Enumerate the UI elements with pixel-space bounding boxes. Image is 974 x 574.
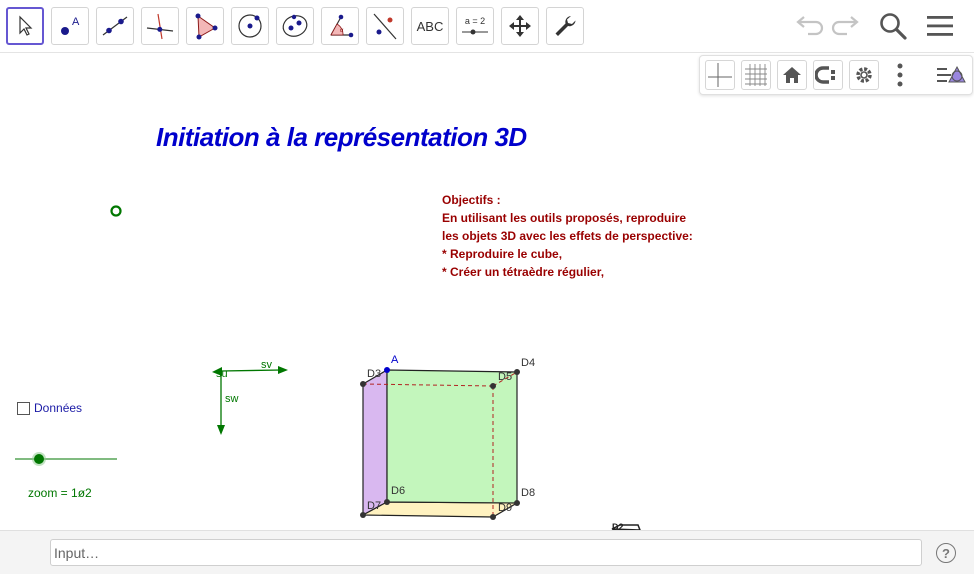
svg-text:α: α — [340, 28, 344, 34]
vector-sv-arrowhead — [278, 366, 288, 374]
settings-icon — [856, 67, 872, 83]
point-tool[interactable]: A — [51, 7, 89, 45]
toggle-style-bar-icon — [937, 65, 966, 83]
polygon-tool[interactable] — [186, 7, 224, 45]
objectives-heading: Objectifs : — [442, 193, 501, 207]
perpendicular-line-tool[interactable] — [141, 7, 179, 45]
arrow-pointer-icon — [19, 15, 33, 36]
point-D4-label: D4 — [521, 357, 535, 369]
slider-icon: a = 2 — [462, 16, 488, 35]
ellipse-tool[interactable] — [276, 7, 314, 45]
main-menu-button[interactable] — [922, 8, 958, 44]
toggle-style-bar-button[interactable] — [930, 58, 970, 92]
point-D4[interactable] — [514, 369, 520, 375]
help-icon[interactable]: ? — [936, 543, 956, 563]
point-D5-label: D5 — [498, 371, 512, 383]
point-capturing-button[interactable] — [813, 60, 843, 90]
point-D5[interactable] — [490, 383, 496, 389]
page-title: Initiation à la représentation 3D — [156, 122, 527, 152]
point-D7-label: D7 — [367, 500, 381, 512]
angle-tool[interactable]: α — [321, 7, 359, 45]
home-icon — [783, 67, 801, 83]
move-arrows-icon — [509, 15, 531, 37]
objectives-line: * Reproduire le cube, — [442, 247, 563, 261]
line-through-points-icon — [102, 16, 128, 36]
zoom-slider-label: zoom = 1ø2 — [28, 486, 92, 500]
search-icon — [880, 13, 907, 40]
redo-icon — [831, 16, 859, 36]
undo-button[interactable] — [791, 8, 827, 44]
tools-customize[interactable] — [546, 7, 584, 45]
point-D9[interactable] — [490, 514, 496, 520]
cube-face-left[interactable] — [362, 368, 388, 517]
point-D9-label: D9 — [498, 502, 512, 514]
menu-icon — [927, 16, 953, 36]
point-capture-icon — [815, 66, 835, 84]
line-tool[interactable] — [96, 7, 134, 45]
move-tool[interactable] — [6, 7, 44, 45]
reflect-about-line-icon — [373, 13, 397, 40]
point-D8[interactable] — [514, 500, 520, 506]
redo-button[interactable] — [828, 8, 864, 44]
vector-su-label: su — [216, 368, 228, 380]
point-D6[interactable] — [384, 499, 390, 505]
objectives-line: les objets 3D avec les effets de perspec… — [442, 229, 693, 243]
grid-icon — [745, 64, 767, 86]
grid-toggle-button[interactable] — [741, 60, 771, 90]
standard-view-button[interactable] — [777, 60, 807, 90]
point-a-icon: A — [61, 16, 80, 35]
vector-sw-label: sw — [225, 393, 239, 405]
vector-sw-arrowhead — [217, 425, 225, 435]
undo-icon — [796, 16, 824, 36]
text-tool[interactable]: ABC — [411, 7, 449, 45]
partial-object-label: D2 — [612, 522, 624, 530]
donnees-checkbox-label[interactable]: Données — [34, 401, 82, 415]
search-button[interactable] — [875, 8, 911, 44]
objectives-text: Objectifs : En utilisant les outils prop… — [442, 191, 693, 281]
angle-icon: α — [330, 14, 354, 38]
algebra-input[interactable] — [50, 539, 922, 566]
polygon-icon — [195, 13, 218, 40]
axes-icon — [708, 63, 732, 87]
wrench-icon — [555, 16, 576, 36]
objectives-line: * Créer un tétraèdre régulier, — [442, 265, 605, 279]
slider-tool[interactable]: a = 2 — [456, 7, 494, 45]
circle-center-point-icon — [238, 14, 262, 38]
text-icon: ABC — [416, 18, 444, 34]
more-icon — [897, 63, 903, 87]
cube-face-front[interactable] — [386, 369, 518, 504]
vector-sv[interactable] — [220, 369, 283, 372]
donnees-checkbox[interactable] — [17, 402, 30, 415]
style-bar — [699, 55, 973, 95]
input-bar: ? — [0, 530, 974, 574]
point-D6-label: D6 — [391, 485, 405, 497]
vector-sv-label: sv — [261, 359, 273, 371]
graphics-settings-button[interactable] — [849, 60, 879, 90]
move-graphics-view-tool[interactable] — [501, 7, 539, 45]
point-D7[interactable] — [360, 512, 366, 518]
point-A[interactable] — [384, 367, 390, 373]
point-D3[interactable] — [360, 381, 366, 387]
graphics-view[interactable]: su sv sw A D3 D4 D5 D6 D7 D8 D9 D2 Initi… — [0, 54, 974, 530]
svg-text:a = 2: a = 2 — [465, 16, 485, 26]
point-D3-label: D3 — [367, 368, 381, 380]
objectives-line: En utilisant les outils proposés, reprod… — [442, 211, 687, 225]
point-D8-label: D8 — [521, 487, 535, 499]
more-options-button[interactable] — [886, 58, 914, 92]
zoom-slider-knob[interactable] — [34, 454, 44, 464]
perpendicular-line-icon — [146, 13, 174, 40]
point-A-label: A — [391, 354, 399, 366]
free-point[interactable] — [110, 205, 122, 217]
circle-tool[interactable] — [231, 7, 269, 45]
svg-text:A: A — [72, 16, 80, 28]
toolbar: A α ABC a = 2 — [0, 0, 974, 53]
reflect-tool[interactable] — [366, 7, 404, 45]
axes-toggle-button[interactable] — [705, 60, 735, 90]
ellipse-icon — [282, 14, 308, 37]
